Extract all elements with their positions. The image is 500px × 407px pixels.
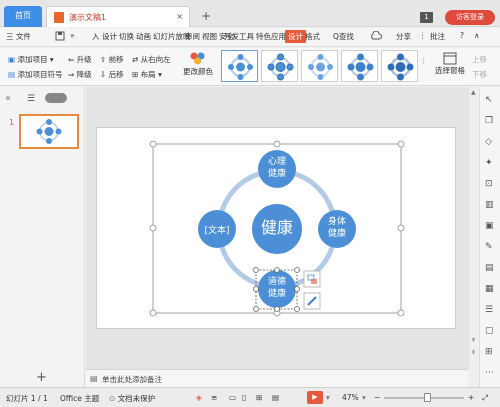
- status-bar: 幻灯片 1 / 1 Office 主题 ⊙ 文档未保护 ◈ ≡ ▭ ▯ ⊞ ▤ …: [0, 387, 500, 407]
- reading-view-icon[interactable]: ▤: [272, 393, 279, 402]
- sidebar-template-icon[interactable]: ▣: [485, 221, 494, 231]
- sidebar-grid-icon[interactable]: ⊞: [485, 347, 493, 357]
- left-node-label[interactable]: [文本]: [198, 223, 236, 236]
- scroll-up-icon[interactable]: ▲: [471, 89, 476, 96]
- slide-counter: 幻灯片 1 / 1: [6, 394, 48, 403]
- bottom-node-line2: 健康: [267, 289, 286, 299]
- scroll-page-up-icon[interactable]: ⇞: [471, 337, 476, 344]
- sidebar-magic-icon[interactable]: ✎: [485, 242, 493, 252]
- zoom-level[interactable]: 47%: [342, 393, 359, 402]
- slide-sorter-icon[interactable]: ⊞: [256, 393, 262, 402]
- zoom-out-button[interactable]: −: [374, 393, 380, 402]
- sidebar-backup-icon[interactable]: ⊡: [485, 179, 493, 189]
- smartart-layer: [149, 140, 405, 317]
- sidebar-format-icon[interactable]: ❐: [485, 116, 493, 126]
- sidebar-shape-icon[interactable]: ◇: [485, 137, 492, 147]
- zoom-in-button[interactable]: +: [468, 393, 474, 402]
- zoom-slider-thumb[interactable]: [424, 393, 431, 402]
- play-slideshow-button[interactable]: ▶: [307, 391, 323, 404]
- center-node-label[interactable]: 健康: [252, 214, 302, 238]
- sidebar-chart-icon[interactable]: ▥: [485, 200, 494, 210]
- sidebar-comment-icon[interactable]: ▢: [485, 326, 494, 336]
- zoom-dropdown-icon[interactable]: ▾: [362, 393, 366, 402]
- sidebar-layers-icon[interactable]: ☰: [485, 305, 493, 315]
- top-node-line2: 健康: [267, 169, 286, 179]
- sidebar-arrow-icon[interactable]: ↖: [485, 95, 493, 105]
- top-node-line1: 心理: [267, 157, 286, 167]
- scroll-page-down-icon[interactable]: ⇟: [471, 349, 476, 356]
- right-node-label[interactable]: 身体 健康: [318, 216, 356, 240]
- normal-view-icon[interactable]: ▭: [229, 393, 236, 402]
- notes-bar[interactable]: ▤ 单击此处添加备注: [86, 369, 468, 387]
- bottom-node-line1: 道德: [267, 277, 286, 287]
- fit-window-icon[interactable]: ⤢: [482, 393, 488, 403]
- play-options-icon[interactable]: ▾: [326, 393, 330, 402]
- vertical-scrollbar[interactable]: ▲ ⇞ ⇟: [468, 87, 479, 369]
- notes-toggle-icon[interactable]: ≡: [211, 393, 217, 402]
- document-protection[interactable]: ⊙ 文档未保护: [109, 393, 155, 404]
- notes-placeholder[interactable]: 单击此处添加备注: [102, 374, 162, 385]
- sorter-view-icon[interactable]: ▯: [242, 393, 246, 402]
- theme-name[interactable]: Office 主题: [60, 393, 99, 404]
- bottom-node-label[interactable]: 道德 健康: [258, 276, 296, 300]
- beautify-icon[interactable]: ◈: [196, 393, 202, 402]
- sidebar-doc-icon[interactable]: ▤: [485, 263, 494, 273]
- right-node-line2: 健康: [327, 229, 346, 239]
- sidebar-more-icon[interactable]: ⋯: [485, 368, 494, 378]
- document-protection-label: 文档未保护: [117, 394, 156, 403]
- right-node-line1: 身体: [327, 217, 346, 227]
- right-task-sidebar: ↖ ❐ ◇ ✦ ⊡ ▥ ▣ ✎ ▤ ▦ ☰ ▢ ⊞ ⋯: [479, 87, 500, 387]
- top-node-label[interactable]: 心理 健康: [258, 156, 296, 180]
- notes-icon: ▤: [90, 374, 98, 383]
- sidebar-animation-icon[interactable]: ✦: [485, 158, 493, 168]
- shield-icon: ⊙: [109, 394, 116, 403]
- sidebar-table-icon[interactable]: ▦: [485, 284, 494, 294]
